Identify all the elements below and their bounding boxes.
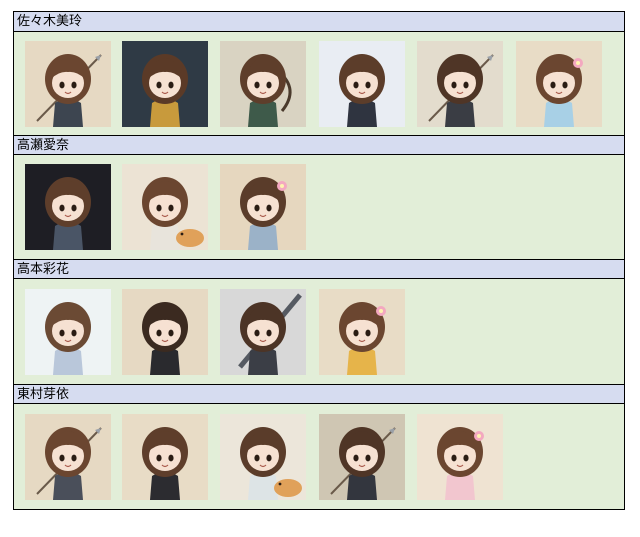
thumbnail-card[interactable] [319,41,405,127]
group-thumbnails-3 [14,279,624,384]
member-gallery-table: 佐々木美玲 高瀬愛奈 高本彩花 東村芽依 [13,11,625,510]
thumbnail-card[interactable] [319,414,405,500]
chibi-character-hair-bun-icon [220,164,306,250]
chibi-character-with-lance-icon [417,41,503,127]
thumbnail-card[interactable] [220,414,306,500]
thumbnail-card[interactable] [220,289,306,375]
thumbnail-card[interactable] [25,414,111,500]
chibi-character-snow-scene-icon [319,41,405,127]
group-thumbnails-1 [14,32,624,135]
thumbnail-card[interactable] [417,41,503,127]
chibi-character-with-cat-icon [220,414,306,500]
thumbnail-card[interactable] [220,41,306,127]
chibi-character-with-spear-icon [25,41,111,127]
group-header-3: 高本彩花 [14,259,624,279]
chibi-character-with-crossbow-icon [220,41,306,127]
thumbnail-card[interactable] [25,41,111,127]
group-thumbnails-4 [14,404,624,509]
chibi-character-dark-outfit-icon [122,289,208,375]
thumbnail-card[interactable] [122,414,208,500]
chibi-character-yukata-icon [516,41,602,127]
group-header-4: 東村芽依 [14,384,624,404]
chibi-character-night-scene-icon [25,164,111,250]
thumbnail-card[interactable] [122,164,208,250]
thumbnail-card[interactable] [319,289,405,375]
thumbnail-card[interactable] [417,414,503,500]
chibi-character-dark-scene-icon [122,41,208,127]
thumbnail-card[interactable] [25,164,111,250]
group-header-2: 高瀬愛奈 [14,135,624,155]
chibi-character-with-hamster-icon [122,164,208,250]
chibi-character-armored-spear-icon [25,414,111,500]
thumbnail-card[interactable] [516,41,602,127]
chibi-character-with-greatsword-icon [220,289,306,375]
thumbnail-card[interactable] [122,41,208,127]
group-header-1: 佐々木美玲 [14,12,624,32]
thumbnail-card[interactable] [220,164,306,250]
chibi-character-closeup-icon [122,414,208,500]
chibi-character-floral-yukata-icon [319,289,405,375]
thumbnail-card[interactable] [122,289,208,375]
chibi-character-braided-yukata-icon [417,414,503,500]
group-thumbnails-2 [14,155,624,259]
chibi-character-plaid-dress-icon [25,289,111,375]
thumbnail-card[interactable] [25,289,111,375]
chibi-character-castle-wall-icon [319,414,405,500]
